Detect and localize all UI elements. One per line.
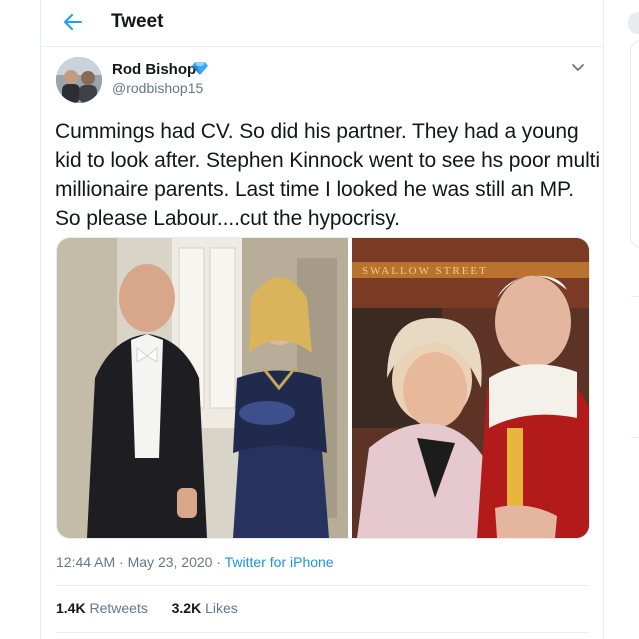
likes-stat[interactable]: 3.2K Likes — [172, 600, 238, 616]
retweets-stat[interactable]: 1.4K Retweets — [56, 600, 152, 616]
tweet-stats: 1.4K Retweets 3.2K Likes — [56, 600, 238, 616]
tweet-text: Cummings had CV. So did his partner. The… — [55, 120, 600, 230]
media-photo-right[interactable]: SWALLOW STREET — [352, 238, 589, 538]
right-search-pill[interactable] — [628, 12, 639, 34]
likes-label: Likes — [205, 600, 238, 616]
separator-dot: · — [119, 554, 124, 570]
stats-divider-top — [56, 585, 588, 586]
tweet-timestamp: 12:44 AM · May 23, 2020 · Twitter for iP… — [56, 554, 334, 570]
stats-divider-bottom — [56, 632, 588, 633]
tweet-media[interactable]: SWALLOW STREET — [56, 237, 590, 539]
retweets-count: 1.4K — [56, 600, 86, 616]
tweet-column: Tweet Rod Bishop @rodbishop15 Cummings h… — [40, 0, 604, 639]
page-title: Tweet — [111, 11, 164, 32]
arrow-left-icon[interactable] — [59, 8, 87, 36]
left-gutter — [0, 0, 40, 639]
page: Tweet Rod Bishop @rodbishop15 Cummings h… — [0, 0, 639, 639]
verified-diamond-icon — [192, 60, 208, 76]
sign-text: SWALLOW STREET — [362, 265, 488, 277]
right-divider — [631, 296, 639, 297]
right-sidebar-card — [630, 40, 639, 248]
author-name[interactable]: Rod Bishop — [112, 61, 196, 78]
retweets-label: Retweets — [89, 600, 148, 616]
tweet-source-link[interactable]: Twitter for iPhone — [225, 554, 334, 570]
media-photo-left[interactable] — [57, 238, 348, 538]
avatar[interactable] — [56, 57, 102, 103]
right-divider — [631, 437, 639, 438]
tweet-time[interactable]: 12:44 AM — [56, 554, 115, 570]
author-handle[interactable]: @rodbishop15 — [112, 80, 203, 96]
page-header: Tweet — [41, 0, 603, 47]
tweet-date[interactable]: May 23, 2020 — [128, 554, 213, 570]
likes-count: 3.2K — [171, 600, 202, 616]
separator-dot: · — [216, 554, 222, 570]
chevron-down-icon[interactable] — [571, 60, 589, 74]
